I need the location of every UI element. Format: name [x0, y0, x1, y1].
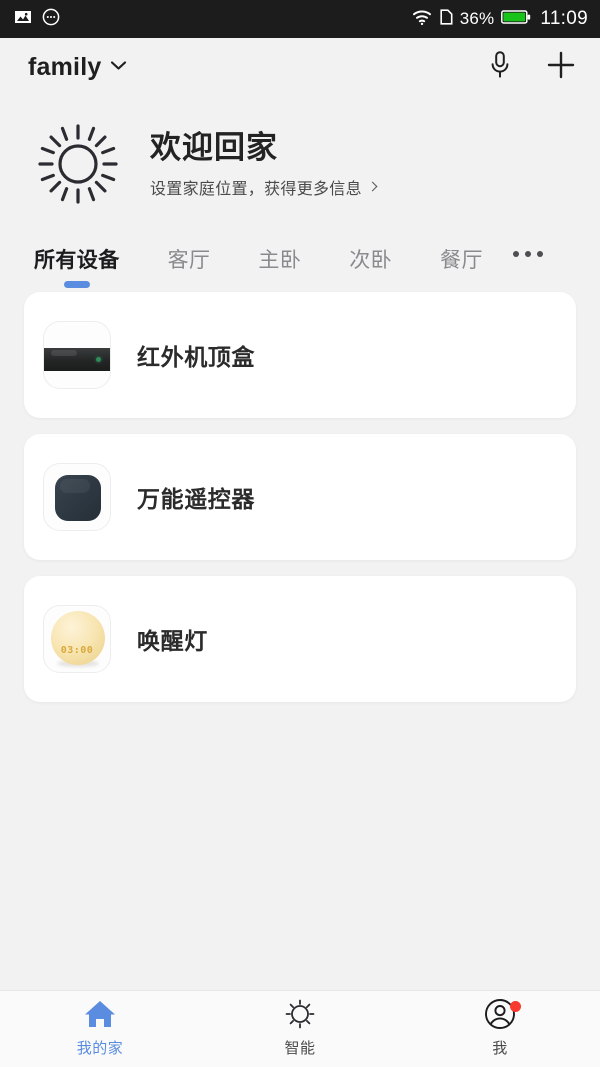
- stb-gloss: [51, 350, 77, 356]
- nav-label-my-home: 我的家: [76, 1040, 124, 1057]
- tab-dining-room[interactable]: 餐厅: [440, 244, 483, 288]
- tab-all-devices[interactable]: 所有设备: [34, 244, 120, 288]
- set-top-box-icon: [43, 321, 111, 389]
- app-root: 36% 11:09 family 欢迎回家 设置家庭位置，获得更多信息 所有设备…: [0, 0, 600, 1067]
- wifi-icon: [411, 8, 433, 31]
- home-icon: [83, 998, 117, 1035]
- top-bar: family: [0, 38, 600, 96]
- lamp-globe: [51, 611, 105, 665]
- universal-remote-icon: [43, 463, 111, 531]
- nav-label-profile: 我: [492, 1040, 508, 1057]
- battery-icon: [501, 9, 531, 30]
- nav-item-profile[interactable]: 我: [400, 991, 600, 1067]
- microphone-icon[interactable]: [488, 50, 512, 85]
- lamp-time-display: 03:00: [60, 645, 94, 656]
- status-bar-clock: 11:09: [540, 8, 588, 29]
- home-selector-button[interactable]: family: [28, 53, 127, 82]
- profile-icon-box: [484, 998, 521, 1032]
- table-row[interactable]: 03:00 唤醒灯: [24, 576, 576, 702]
- dot-1: [512, 251, 519, 257]
- device-list: 红外机顶盒 万能遥控器 03:00 唤醒灯: [0, 284, 600, 990]
- chevron-right-icon: [367, 181, 378, 192]
- image-icon: [14, 8, 32, 31]
- top-bar-actions: [488, 50, 576, 85]
- nav-item-smart[interactable]: 智能: [200, 991, 400, 1067]
- home-icon-box: [83, 1000, 117, 1032]
- status-badge: [510, 1001, 521, 1012]
- room-tabs: 所有设备 客厅 主卧 次卧 餐厅: [0, 214, 600, 284]
- status-bar-left-icons: [14, 8, 60, 31]
- welcome-subtitle: 设置家庭位置，获得更多信息: [150, 181, 362, 199]
- nav-label-smart: 智能: [284, 1040, 316, 1057]
- tab-master-bedroom[interactable]: 主卧: [258, 244, 301, 288]
- table-row[interactable]: 红外机顶盒: [24, 292, 576, 418]
- sim-card-icon: [440, 8, 453, 31]
- plus-icon[interactable]: [546, 50, 576, 85]
- chevron-down-icon: [110, 58, 127, 76]
- welcome-title: 欢迎回家: [150, 129, 278, 165]
- tab-second-bedroom[interactable]: 次卧: [349, 244, 392, 288]
- stb-led-indicator: [96, 357, 101, 362]
- home-name-label: family: [28, 52, 102, 81]
- more-circle-icon: [42, 8, 60, 31]
- status-bar-right-icons: 36% 11:09: [411, 8, 588, 31]
- more-horizontal-icon[interactable]: [512, 251, 543, 257]
- dot-3: [536, 251, 543, 257]
- status-bar: 36% 11:09: [0, 0, 600, 38]
- device-name-label: 万能遥控器: [137, 486, 255, 512]
- device-name-label: 唤醒灯: [137, 628, 208, 654]
- device-name-label: 红外机顶盒: [137, 344, 255, 370]
- dot-2: [524, 251, 531, 257]
- welcome-text-block: 欢迎回家 设置家庭位置，获得更多信息: [150, 129, 378, 203]
- remote-body: [55, 475, 101, 521]
- wake-up-light-icon: 03:00: [43, 605, 111, 673]
- sun-outline-icon: [284, 998, 316, 1035]
- welcome-section: 欢迎回家 设置家庭位置，获得更多信息: [0, 96, 600, 214]
- sun-icon: [34, 120, 122, 213]
- set-home-location-link[interactable]: 设置家庭位置，获得更多信息: [150, 175, 378, 199]
- tab-living-room[interactable]: 客厅: [168, 244, 211, 288]
- table-row[interactable]: 万能遥控器: [24, 434, 576, 560]
- nav-item-my-home[interactable]: 我的家: [0, 991, 200, 1067]
- battery-percentage: 36%: [459, 9, 495, 28]
- bottom-navigation: 我的家 智能 我: [0, 990, 600, 1067]
- smart-icon-box: [284, 998, 316, 1035]
